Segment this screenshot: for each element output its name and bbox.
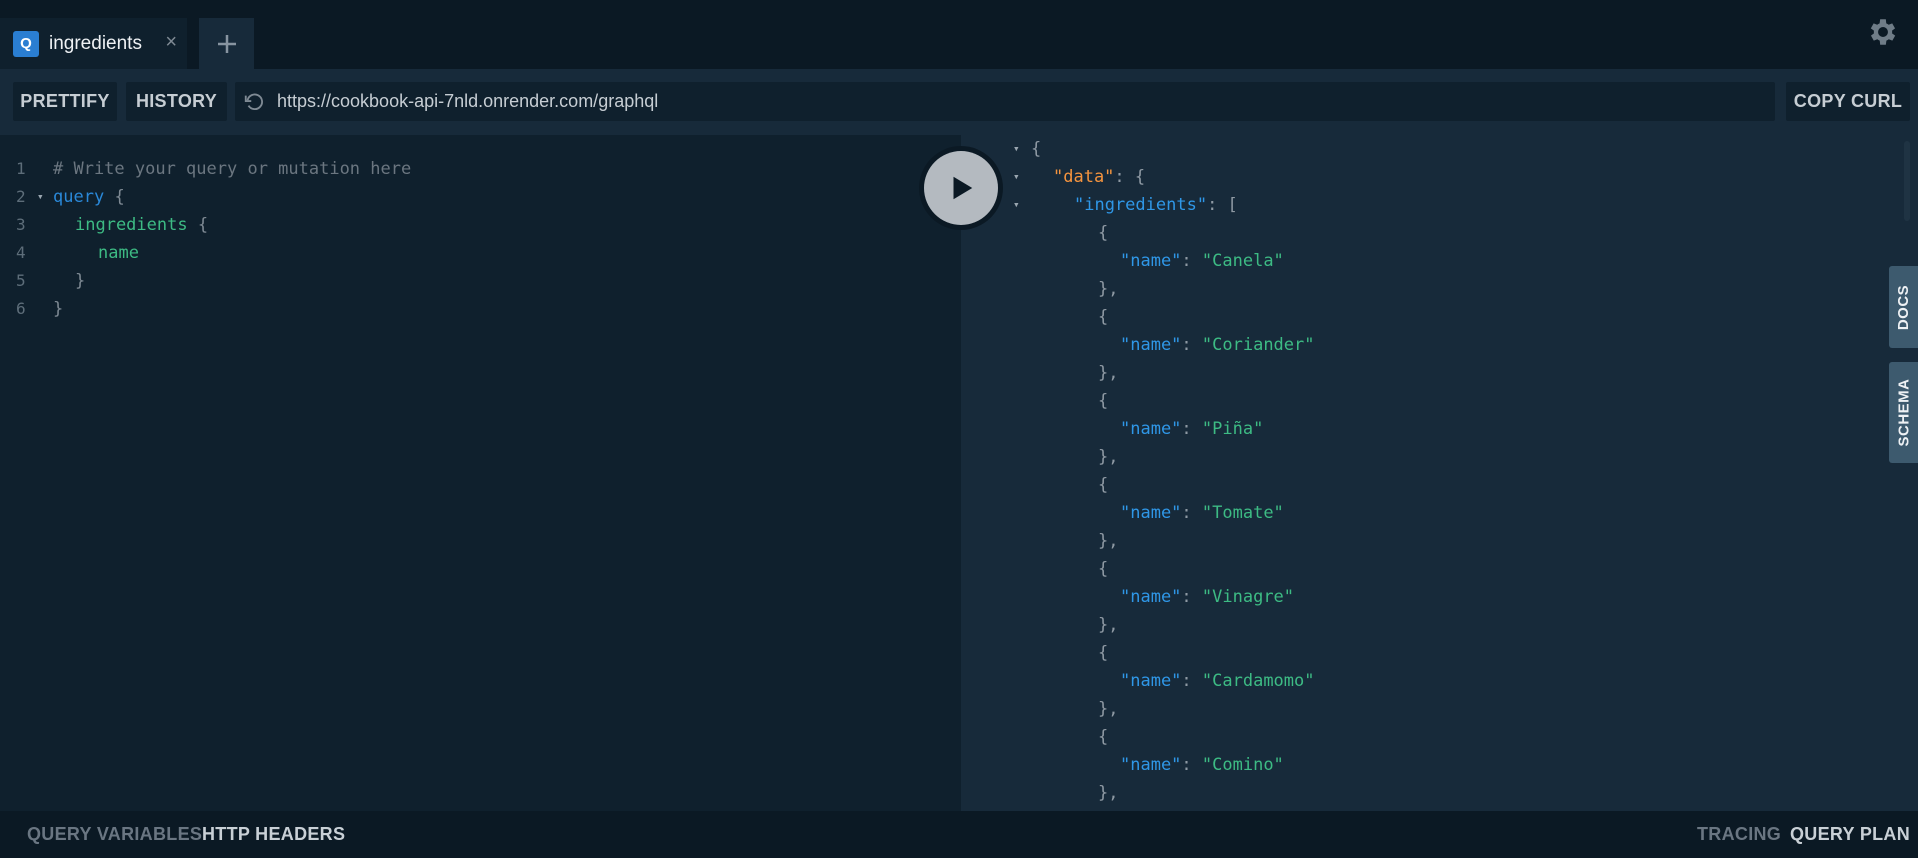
json-name-value: "Canela" xyxy=(1201,251,1284,271)
json-brace: }, xyxy=(1098,699,1119,719)
copy-curl-button[interactable]: COPY CURL xyxy=(1786,82,1910,121)
json-brace: { xyxy=(1098,727,1109,747)
json-name-key: "name" xyxy=(1120,671,1182,691)
json-brace: }, xyxy=(1098,447,1119,467)
line-number: 6 xyxy=(16,299,26,318)
scrollbar[interactable] xyxy=(1904,141,1910,221)
refresh-icon[interactable] xyxy=(243,91,265,113)
query-variables-tab[interactable]: QUERY VARIABLES xyxy=(27,811,202,858)
code-brace: { xyxy=(197,215,209,235)
fold-arrow-icon[interactable]: ▾ xyxy=(1013,191,1020,219)
add-tab-button[interactable] xyxy=(199,18,254,69)
tab-bar: Q ingredients × xyxy=(0,0,1918,69)
json-brace: { xyxy=(1098,559,1109,579)
close-icon[interactable]: × xyxy=(165,32,177,52)
code-subfield: name xyxy=(98,243,139,263)
play-icon xyxy=(953,176,973,200)
line-number: 4 xyxy=(16,243,26,262)
code-brace: } xyxy=(53,299,64,319)
json-brace: { xyxy=(1098,223,1109,243)
http-headers-tab[interactable]: HTTP HEADERS xyxy=(202,811,345,858)
json-brace: }, xyxy=(1098,279,1119,299)
json-brace: { xyxy=(1031,139,1042,159)
code-comment: # Write your query or mutation here xyxy=(53,159,412,179)
json-name-value: "Coriander" xyxy=(1201,335,1315,355)
json-brace: { xyxy=(1098,307,1109,327)
json-brace: { xyxy=(1098,391,1109,411)
docs-tab-label: DOCS xyxy=(1895,284,1912,330)
line-number: 5 xyxy=(16,271,26,290)
toolbar: PRETTIFY HISTORY https://cookbook-api-7n… xyxy=(0,69,1918,135)
fold-arrow-icon[interactable]: ▾ xyxy=(37,183,44,211)
code-keyword: query xyxy=(53,187,105,207)
play-circle xyxy=(924,151,998,225)
json-name-key: "name" xyxy=(1120,587,1182,607)
line-number: 1 xyxy=(16,159,26,178)
fold-arrow-icon[interactable]: ▾ xyxy=(1013,163,1020,191)
endpoint-url: https://cookbook-api-7nld.onrender.com/g… xyxy=(277,91,659,111)
result-viewer: ▾{ ▾ "data": { ▾ "ingredients": [ {"name":… xyxy=(961,135,1918,811)
code-field: ingredients xyxy=(75,215,188,235)
prettify-button[interactable]: PRETTIFY xyxy=(13,82,117,121)
json-name-key: "name" xyxy=(1120,755,1182,775)
schema-tab-label: SCHEMA xyxy=(1895,378,1913,447)
tracing-tab[interactable]: TRACING xyxy=(1697,811,1781,858)
query-editor[interactable]: 1 # Write your query or mutation here 2 ▾ q… xyxy=(0,135,961,811)
json-name-key: "name" xyxy=(1120,419,1182,439)
json-name-value: "Piña" xyxy=(1201,419,1264,439)
json-name-value: "Tomate" xyxy=(1201,503,1284,523)
bottom-bar: QUERY VARIABLES HTTP HEADERS TRACING QUE… xyxy=(0,811,1918,858)
query-badge: Q xyxy=(13,30,39,57)
line-number: 2 xyxy=(16,187,26,206)
line-number: 3 xyxy=(16,215,26,234)
json-list-key: "ingredients" xyxy=(1074,195,1208,215)
history-button[interactable]: HISTORY xyxy=(126,82,227,121)
json-brace: { xyxy=(1098,643,1109,663)
query-plan-tab[interactable]: QUERY PLAN xyxy=(1790,811,1910,858)
json-name-key: "name" xyxy=(1120,335,1182,355)
json-name-value: "Comino" xyxy=(1201,755,1284,775)
endpoint-url-input[interactable]: https://cookbook-api-7nld.onrender.com/g… xyxy=(235,82,1775,121)
json-brace: }, xyxy=(1098,363,1119,383)
json-data-key: "data" xyxy=(1053,167,1115,187)
json-brace: }, xyxy=(1098,783,1119,803)
plus-icon xyxy=(217,34,236,53)
json-brace: }, xyxy=(1098,531,1119,551)
json-name-key: "name" xyxy=(1120,251,1182,271)
code-brace: { xyxy=(114,187,125,207)
json-brace: { xyxy=(1098,475,1109,495)
schema-tab[interactable]: SCHEMA xyxy=(1889,362,1918,463)
gear-icon[interactable] xyxy=(1866,15,1900,49)
tab-ingredients[interactable]: Q ingredients × xyxy=(0,18,187,69)
tab-label: ingredients xyxy=(49,32,142,54)
json-name-value: "Vinagre" xyxy=(1201,587,1295,607)
code-brace: } xyxy=(75,271,86,291)
json-brace: }, xyxy=(1098,615,1119,635)
docs-tab[interactable]: DOCS xyxy=(1889,266,1918,348)
fold-arrow-icon[interactable]: ▾ xyxy=(1013,135,1020,163)
execute-query-button[interactable] xyxy=(919,146,1003,230)
json-name-key: "name" xyxy=(1120,503,1182,523)
json-name-value: "Cardamomo" xyxy=(1201,671,1315,691)
